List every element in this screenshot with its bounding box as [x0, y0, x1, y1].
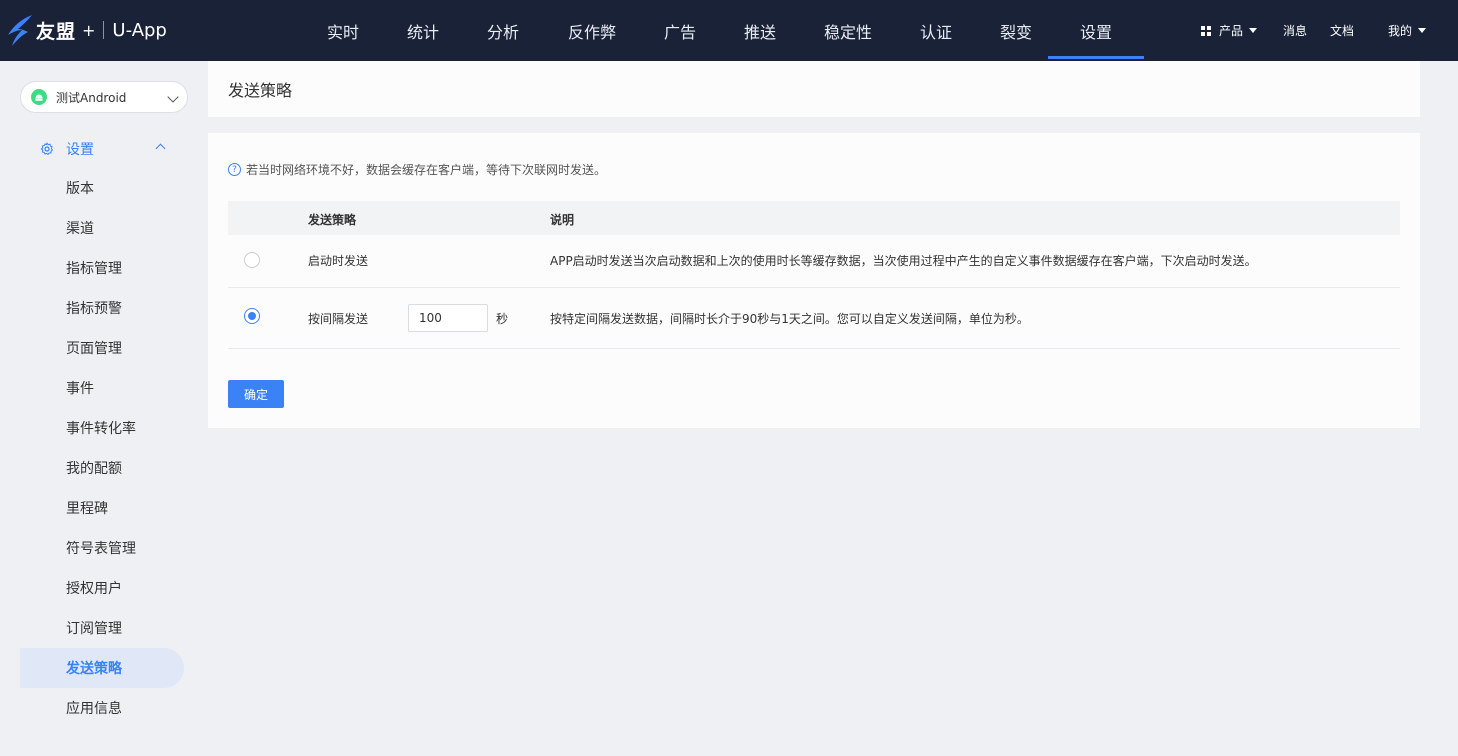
- table-header: 发送策略 说明: [228, 201, 1400, 235]
- tip-text: 若当时网络环境不好，数据会缓存在客户端，等待下次联网时发送。: [246, 163, 607, 177]
- question-icon: ?: [228, 163, 241, 176]
- table-row: 启动时发送 APP启动时发送当次启动数据和上次的使用时长等缓存数据，当次使用过程…: [228, 235, 1400, 288]
- header-strategy: 发送策略: [308, 213, 357, 227]
- product-menu[interactable]: 产品: [1200, 22, 1257, 39]
- sidebar: 测试Android 设置 版本 渠道 指标管理 指标预警 页面管理 事件 事件转…: [0, 61, 200, 756]
- nav-item-ads[interactable]: 广告: [648, 0, 712, 61]
- sidebar-item-event-conversion[interactable]: 事件转化率: [20, 408, 184, 448]
- strategy-table: 发送策略 说明 启动时发送 APP启动时发送当次启动数据和上次的使用时长等缓存数…: [228, 201, 1400, 349]
- caret-down-icon: [1248, 28, 1257, 33]
- nav-item-analysis[interactable]: 分析: [470, 0, 536, 61]
- grid-icon: [1200, 25, 1211, 36]
- app-selector-label: 测试Android: [56, 90, 127, 105]
- interval-unit: 秒: [496, 312, 509, 326]
- table-row: 按间隔发送 秒 按特定间隔发送数据，间隔时长介于90秒与1天之间。您可以自定义发…: [228, 288, 1400, 349]
- user-menu[interactable]: 我的: [1388, 22, 1426, 39]
- header-description: 说明: [550, 213, 575, 227]
- umeng-bird-icon: [8, 15, 32, 46]
- sidebar-item-send-strategy[interactable]: 发送策略: [20, 648, 184, 688]
- brand-plus: +: [82, 20, 96, 40]
- umeng-logo[interactable]: 友盟 + U-App: [4, 12, 167, 48]
- sidebar-item-page-management[interactable]: 页面管理: [20, 328, 184, 368]
- sidebar-item-metric-alerts[interactable]: 指标预警: [20, 288, 184, 328]
- product-menu-label: 产品: [1218, 24, 1243, 38]
- radio-send-on-launch[interactable]: [244, 252, 260, 268]
- nav-item-stability[interactable]: 稳定性: [808, 0, 888, 61]
- sidebar-item-events[interactable]: 事件: [20, 368, 184, 408]
- nav-item-push[interactable]: 推送: [712, 0, 808, 61]
- sidebar-item-symbol-tables[interactable]: 符号表管理: [20, 528, 184, 568]
- caret-down-icon: [1418, 28, 1426, 33]
- row-description: APP启动时发送当次启动数据和上次的使用时长等缓存数据，当次使用过程中产生的自定…: [550, 254, 1257, 268]
- page-title: 发送策略: [228, 81, 293, 100]
- main-nav: 实时 统计 分析 反作弊 广告 推送 稳定性 认证 裂变 设置: [310, 0, 1144, 61]
- chevron-down-icon: [167, 91, 179, 103]
- app-selector[interactable]: 测试Android: [20, 81, 188, 113]
- messages-link[interactable]: 消息: [1283, 22, 1307, 39]
- nav-item-statistics[interactable]: 统计: [376, 0, 470, 61]
- radio-send-by-interval[interactable]: [244, 308, 260, 324]
- sidebar-group-label: 设置: [66, 142, 94, 158]
- sidebar-item-subscriptions[interactable]: 订阅管理: [20, 608, 184, 648]
- sidebar-item-version[interactable]: 版本: [20, 168, 184, 208]
- page-header: 发送策略: [208, 61, 1420, 117]
- row-label: 按间隔发送: [308, 312, 369, 326]
- row-description: 按特定间隔发送数据，间隔时长介于90秒与1天之间。您可以自定义发送间隔，单位为秒…: [550, 312, 1029, 326]
- nav-right-group: 产品 消息 文档 我的: [1200, 0, 1458, 61]
- sidebar-item-metric-management[interactable]: 指标管理: [20, 248, 184, 288]
- network-tip: ? 若当时网络环境不好，数据会缓存在客户端，等待下次联网时发送。: [228, 161, 606, 178]
- nav-item-realtime[interactable]: 实时: [310, 0, 376, 61]
- brand-divider: [103, 21, 105, 39]
- sidebar-group-settings[interactable]: 设置: [20, 129, 184, 169]
- sidebar-item-app-info[interactable]: 应用信息: [20, 688, 184, 728]
- docs-link[interactable]: 文档: [1330, 22, 1354, 39]
- sidebar-item-channel[interactable]: 渠道: [20, 208, 184, 248]
- nav-item-auth[interactable]: 认证: [888, 0, 984, 61]
- user-menu-label: 我的: [1387, 24, 1412, 38]
- top-nav-bar: 友盟 + U-App 实时 统计 分析 反作弊 广告 推送 稳定性 认证 裂变 …: [0, 0, 1458, 61]
- chevron-up-icon: [155, 143, 166, 154]
- strategy-card: ? 若当时网络环境不好，数据会缓存在客户端，等待下次联网时发送。 发送策略 说明…: [208, 133, 1420, 428]
- confirm-button[interactable]: 确定: [228, 380, 284, 408]
- nav-item-anti-fraud[interactable]: 反作弊: [536, 0, 648, 61]
- sidebar-item-my-quota[interactable]: 我的配额: [20, 448, 184, 488]
- android-icon: [31, 89, 47, 105]
- row-label: 启动时发送: [308, 254, 369, 268]
- interval-input[interactable]: [408, 304, 488, 332]
- nav-item-settings[interactable]: 设置: [1048, 0, 1144, 61]
- gear-icon: [40, 142, 54, 156]
- nav-item-fission[interactable]: 裂变: [984, 0, 1048, 61]
- brand-name: 友盟: [36, 20, 77, 43]
- product-name: U-App: [112, 19, 167, 41]
- sidebar-item-milestones[interactable]: 里程碑: [20, 488, 184, 528]
- sidebar-item-authorized-users[interactable]: 授权用户: [20, 568, 184, 608]
